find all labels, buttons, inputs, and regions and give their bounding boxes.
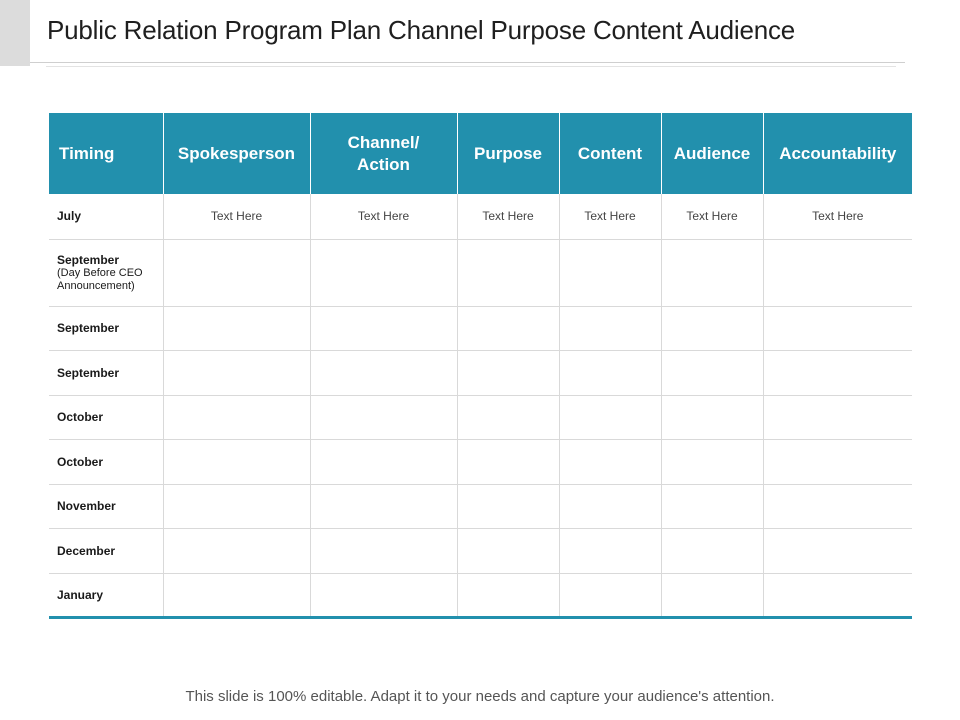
header-purpose: Purpose [457,113,560,194]
table-cell [763,484,912,529]
table-cell: Text Here [763,194,912,240]
table-cell [310,484,458,529]
table-cell [763,395,912,440]
header-timing: Timing [49,113,164,194]
timing-cell: October [49,439,164,485]
timing-cell: September [49,306,164,351]
timing-note: (Day Before CEO Announcement) [57,266,143,292]
table-cell [661,439,764,485]
table-cell [163,528,311,574]
corner-accent-block [0,0,30,66]
table-cell [661,350,764,396]
table-cell [457,395,560,440]
table-cell [763,573,912,617]
table-cell [457,306,560,351]
timing-cell: October [49,395,164,440]
table-cell [763,528,912,574]
table-row: December [49,528,912,574]
title-divider-secondary [46,66,896,67]
table-cell [457,528,560,574]
table-cell [559,395,662,440]
table-cell: Text Here [310,194,458,240]
table-cell [163,484,311,529]
table-cell [457,239,560,307]
footer-note: This slide is 100% editable. Adapt it to… [185,688,775,705]
header-accountability: Accountability [763,113,912,194]
table-cell [457,350,560,396]
table-cell [763,239,912,307]
table-cell [661,528,764,574]
table-cell [559,573,662,617]
table-cell [163,306,311,351]
table-row: January [49,573,912,617]
timing-cell: November [49,484,164,529]
title-divider [30,62,905,63]
table-cell [763,350,912,396]
table-cell [163,239,311,307]
table-cell [310,528,458,574]
table-row: September [49,306,912,351]
table-row: September (Day Before CEO Announcement) [49,239,912,307]
table-cell [559,439,662,485]
header-channel-action: Channel/ Action [310,113,458,194]
table-cell [163,350,311,396]
table-cell [457,484,560,529]
timing-cell: September (Day Before CEO Announcement) [49,239,164,307]
header-channel-action-label: Channel/ Action [347,132,420,174]
timing-cell: September [49,350,164,396]
table-cell [763,306,912,351]
timing-cell: December [49,528,164,574]
table-cell: Text Here [163,194,311,240]
table-cell [559,484,662,529]
table-header-row: Timing Spokesperson Channel/ Action Purp… [49,113,912,194]
table-cell [310,395,458,440]
table-cell [559,528,662,574]
table-row: October [49,395,912,440]
table-cell [661,573,764,617]
table-cell [310,439,458,485]
table-cell [457,439,560,485]
header-spokesperson: Spokesperson [163,113,311,194]
timing-cell: July [49,194,164,240]
table-cell: Text Here [559,194,662,240]
table-cell [661,395,764,440]
table-row: October [49,439,912,485]
table-cell [310,350,458,396]
table-cell [559,239,662,307]
header-content: Content [559,113,662,194]
header-audience: Audience [661,113,764,194]
table-cell: Text Here [457,194,560,240]
table-cell: Text Here [661,194,764,240]
timing-cell: January [49,573,164,617]
table-cell [163,573,311,617]
table-cell [763,439,912,485]
table-cell [559,350,662,396]
slide-title: Public Relation Program Plan Channel Pur… [47,15,796,45]
table-cell [457,573,560,617]
table-cell [310,239,458,307]
table-cell [310,573,458,617]
table-cell [661,239,764,307]
timing-label: September [57,252,120,267]
table-row: July Text Here Text Here Text Here Text … [49,194,912,240]
table-cell [661,306,764,351]
table-cell [661,484,764,529]
table-cell [310,306,458,351]
table-cell [163,395,311,440]
table-cell [559,306,662,351]
program-plan-table: Timing Spokesperson Channel/ Action Purp… [49,113,912,619]
table-row: November [49,484,912,529]
table-row: September [49,350,912,396]
table-cell [163,439,311,485]
